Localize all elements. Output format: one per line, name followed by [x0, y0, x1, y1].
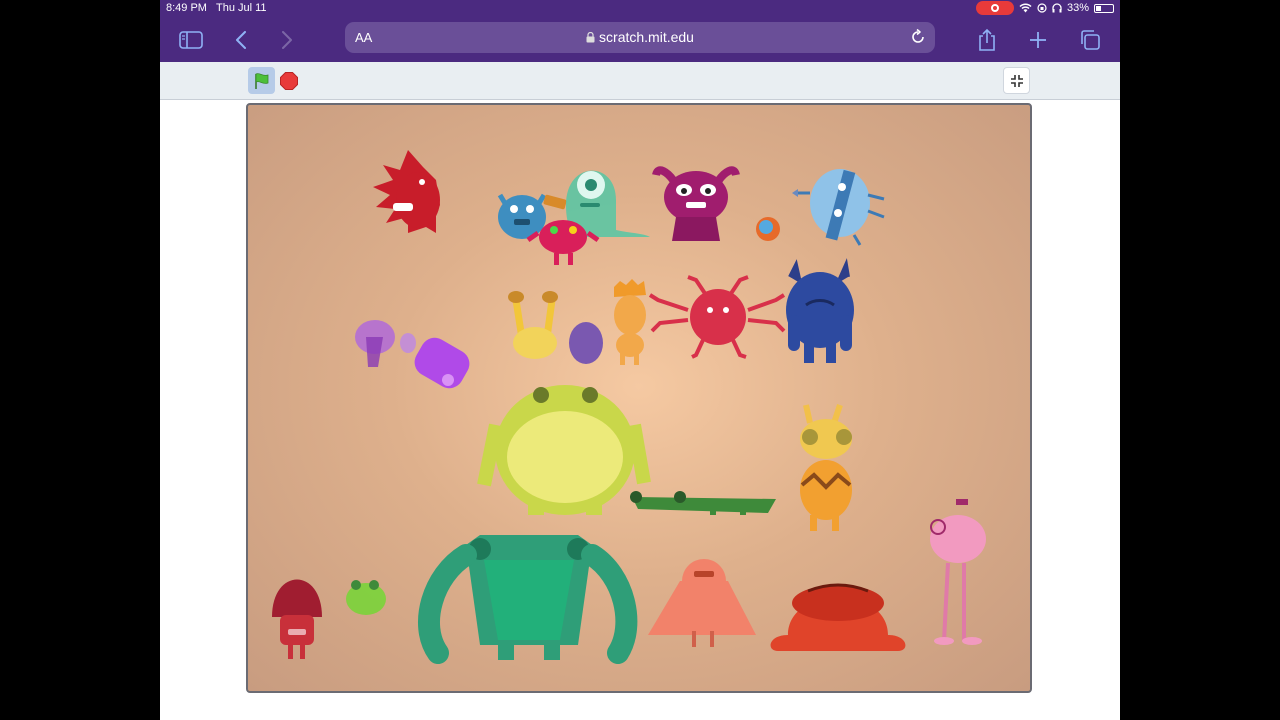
battery-icon	[1094, 3, 1114, 13]
teal-big-monster[interactable]	[418, 535, 638, 664]
orange-crested-monster[interactable]	[614, 279, 646, 365]
purple-cylinder-monster[interactable]	[409, 333, 474, 394]
headphones-icon	[1052, 3, 1062, 13]
forward-icon[interactable]	[274, 27, 300, 53]
green-small-frog[interactable]	[346, 580, 386, 615]
share-icon[interactable]	[974, 27, 1000, 53]
status-bar: 8:49 PM Thu Jul 11 33%	[160, 0, 1120, 18]
green-flag-icon[interactable]	[248, 67, 275, 94]
light-blue-egg-monster[interactable]	[792, 169, 885, 246]
pink-flamingo-monster[interactable]	[930, 499, 986, 645]
red-crab-monster[interactable]	[770, 583, 906, 651]
purple-blob-monster[interactable]	[355, 320, 416, 367]
browser-toolbar: AA scratch.mit.edu	[160, 18, 1120, 62]
salmon-caped-monster[interactable]	[648, 559, 756, 647]
scratch-stage[interactable]	[246, 103, 1032, 693]
yellow-eyestalk-monster[interactable]	[508, 291, 558, 359]
pink-spider-monster[interactable]	[648, 275, 786, 359]
orange-small-monster[interactable]	[756, 217, 780, 241]
green-crocodile[interactable]	[630, 491, 776, 515]
wifi-icon	[1019, 3, 1032, 13]
url-text: scratch.mit.edu	[599, 29, 694, 45]
stage-sprites	[272, 150, 986, 664]
yellow-frog-monster[interactable]	[477, 385, 651, 515]
screen-record-icon[interactable]	[975, 1, 1014, 15]
url-field[interactable]: scratch.mit.edu	[345, 29, 935, 45]
reload-icon[interactable]	[909, 28, 927, 51]
tabs-icon[interactable]	[1077, 27, 1103, 53]
magenta-horned-monster[interactable]	[652, 166, 740, 241]
navy-horned-monster[interactable]	[786, 258, 854, 363]
address-bar[interactable]: AA scratch.mit.edu	[345, 22, 935, 53]
orange-giraffe-monster[interactable]	[800, 404, 852, 531]
back-icon[interactable]	[228, 27, 254, 53]
scratch-controls-bar	[160, 62, 1120, 100]
lock-icon	[586, 31, 595, 43]
new-tab-icon[interactable]	[1025, 27, 1051, 53]
sidebar-icon[interactable]	[178, 27, 204, 53]
red-spiky-monster[interactable]	[373, 150, 440, 233]
ipad-screen: 8:49 PM Thu Jul 11 33% AA scratch.mit.ed…	[160, 0, 1120, 720]
battery-percent: 33%	[1066, 2, 1089, 14]
status-date: Thu Jul 11	[216, 2, 267, 14]
purple-egg[interactable]	[569, 322, 603, 364]
stop-icon[interactable]	[280, 72, 298, 90]
status-time: 8:49 PM	[166, 2, 207, 14]
crimson-hooded-monster[interactable]	[272, 579, 322, 660]
status-right: 33%	[975, 1, 1114, 15]
exit-fullscreen-icon[interactable]	[1003, 67, 1030, 94]
lock-rotation-icon	[1037, 3, 1047, 13]
